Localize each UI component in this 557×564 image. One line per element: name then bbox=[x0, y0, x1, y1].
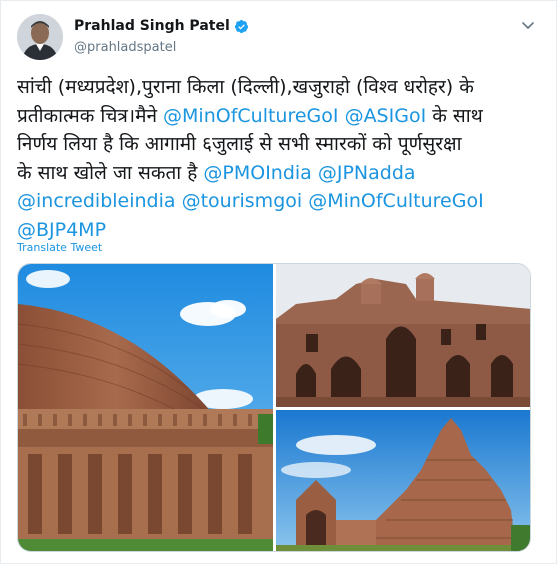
author-name[interactable]: Prahlad Singh Patel bbox=[74, 18, 230, 34]
tweet-text-line: निर्णय लिया है कि आगामी ६जुलाई से सभी स्… bbox=[17, 133, 462, 155]
tweet-header: Prahlad Singh Patel @prahladspatel bbox=[17, 12, 537, 62]
mention-link[interactable]: @BJP4MP bbox=[17, 219, 106, 241]
tweet-text: सांची (मध्यप्रदेश),पुराना किला (दिल्ली),… bbox=[17, 73, 537, 244]
tweet-text-line: प्रतीकात्मक चित्र।मैने bbox=[17, 104, 164, 127]
translate-tweet-link[interactable]: Translate Tweet bbox=[17, 241, 102, 254]
khajuraho-temple-image[interactable] bbox=[276, 410, 530, 551]
sanchi-stupa-image[interactable] bbox=[18, 264, 273, 551]
tweet-media-grid bbox=[17, 263, 531, 552]
chevron-down-icon[interactable] bbox=[519, 16, 537, 34]
mention-link[interactable]: @MinOfCultureGoI bbox=[163, 105, 338, 127]
author-handle[interactable]: @prahladspatel bbox=[74, 40, 176, 55]
mention-link[interactable]: @ASIGoI bbox=[345, 105, 427, 127]
tweet-text-line: के साथ bbox=[426, 104, 483, 127]
mention-link[interactable]: @JPNadda bbox=[318, 162, 416, 184]
purana-qila-image[interactable] bbox=[276, 264, 530, 407]
mention-link[interactable]: @incredibleindia bbox=[17, 190, 176, 212]
tweet-text-line: सांची (मध्यप्रदेश),पुराना किला (दिल्ली),… bbox=[17, 76, 474, 98]
mention-link[interactable]: @MinOfCultureGoI bbox=[308, 190, 483, 212]
author-name-row: Prahlad Singh Patel bbox=[74, 18, 249, 34]
avatar[interactable] bbox=[17, 14, 63, 60]
tweet-text-line: के साथ खोले जा सकता है bbox=[17, 161, 204, 184]
verified-badge-icon bbox=[234, 19, 249, 34]
mention-link[interactable]: @PMOIndia bbox=[203, 162, 311, 184]
mention-link[interactable]: @tourismgoi bbox=[182, 190, 303, 212]
